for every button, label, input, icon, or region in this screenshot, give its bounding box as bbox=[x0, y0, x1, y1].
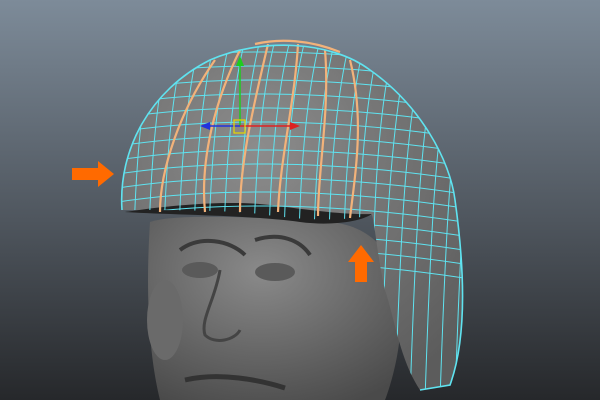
viewport-canvas[interactable] bbox=[0, 0, 600, 400]
3d-viewport[interactable] bbox=[0, 0, 600, 400]
head-mesh[interactable] bbox=[147, 216, 401, 400]
